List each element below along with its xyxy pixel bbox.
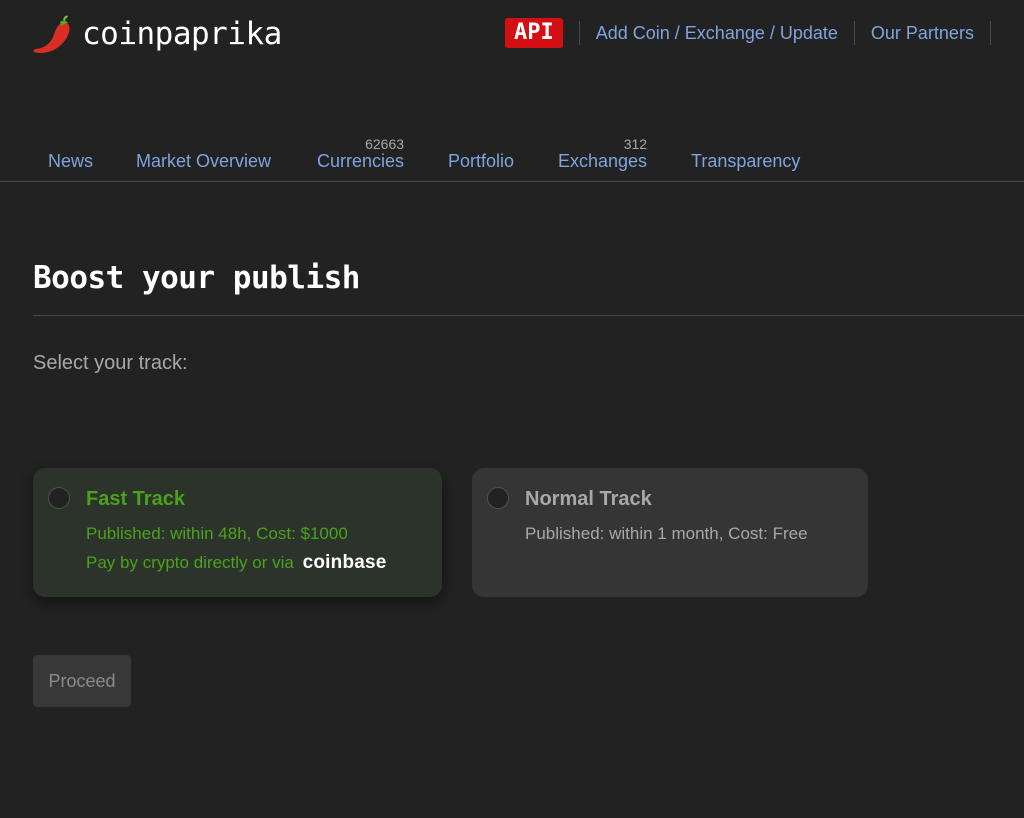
nav-item-label: Exchanges xyxy=(558,151,648,171)
fast-track-title: Fast Track xyxy=(86,488,185,510)
chili-pepper-icon xyxy=(30,12,74,56)
header: coinpaprika API Add Coin / Exchange / Up… xyxy=(0,0,1024,70)
nav-item-currencies[interactable]: 62663 Currencies xyxy=(317,136,405,172)
nav-item-label: Currencies xyxy=(317,151,405,171)
nav-item-label: Market Overview xyxy=(136,151,272,171)
nav-item-transparency[interactable]: Transparency xyxy=(691,151,800,172)
proceed-button[interactable]: Proceed xyxy=(33,655,131,707)
main-nav: News Market Overview 62663 Currencies Po… xyxy=(0,132,1024,182)
payment-text: Pay by crypto directly or via xyxy=(86,553,294,572)
normal-track-option[interactable]: Normal Track Published: within 1 month, … xyxy=(472,468,868,597)
coinbase-logo: coinbase xyxy=(302,552,387,573)
nav-item-exchanges[interactable]: 312 Exchanges xyxy=(558,136,648,172)
normal-track-radio[interactable] xyxy=(487,487,509,509)
nav-item-market-overview[interactable]: Market Overview xyxy=(136,151,271,172)
normal-track-title: Normal Track xyxy=(525,488,652,510)
logo-link[interactable]: coinpaprika xyxy=(30,12,282,56)
nav-item-label: Portfolio xyxy=(448,151,515,171)
fast-track-details: Published: within 48h, Cost: $1000 xyxy=(86,524,348,543)
top-nav: API Add Coin / Exchange / Update Our Par… xyxy=(505,16,1007,50)
select-track-label: Select your track: xyxy=(33,352,188,374)
nav-item-news[interactable]: News xyxy=(48,151,93,172)
currencies-count: 62663 xyxy=(365,136,405,152)
divider xyxy=(853,21,855,45)
fast-track-radio[interactable] xyxy=(48,487,70,509)
logo-text: coinpaprika xyxy=(82,16,282,52)
api-link[interactable]: API xyxy=(505,18,563,48)
divider xyxy=(989,21,991,45)
nav-item-portfolio[interactable]: Portfolio xyxy=(448,151,514,172)
nav-item-label: Transparency xyxy=(691,151,801,171)
our-partners-link[interactable]: Our Partners xyxy=(871,23,974,44)
nav-item-label: News xyxy=(48,151,94,171)
exchanges-count: 312 xyxy=(623,136,648,152)
add-coin-link[interactable]: Add Coin / Exchange / Update xyxy=(596,23,838,44)
fast-track-option[interactable]: Fast Track Published: within 48h, Cost: … xyxy=(33,468,442,597)
normal-track-details: Published: within 1 month, Cost: Free xyxy=(525,524,808,543)
page-title: Boost your publish xyxy=(33,260,360,296)
divider xyxy=(578,21,580,45)
fast-track-payment: Pay by crypto directly or via coinbase xyxy=(86,552,387,574)
title-divider xyxy=(33,315,1024,316)
